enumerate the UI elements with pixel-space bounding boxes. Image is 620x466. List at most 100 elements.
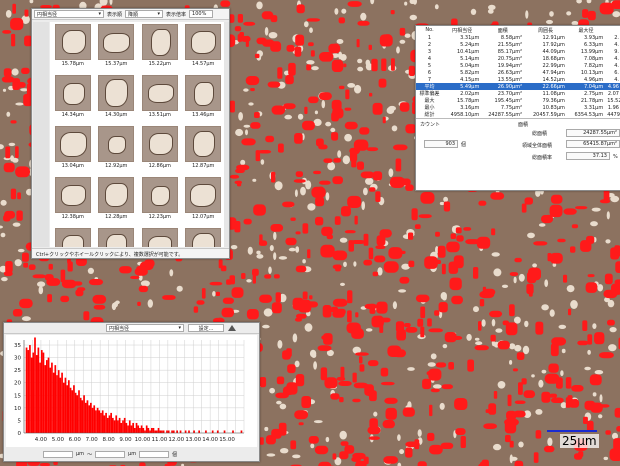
- column-header[interactable]: No.: [416, 26, 443, 34]
- grain-thumbnail[interactable]: 14.57μm: [183, 24, 225, 75]
- grain-highlight: [334, 216, 341, 225]
- grain-thumbnail[interactable]: 14.34μm: [52, 75, 94, 126]
- summary-row[interactable]: 最小 3.16μm 7.75μm² 10.83μm 3.31μm 1.96: [416, 104, 620, 112]
- table-row[interactable]: 7 4.15μm 13.55μm² 14.52μm 4.96μm 4.: [416, 76, 620, 83]
- grain-highlight: [587, 274, 595, 278]
- grain-thumbnail[interactable]: [52, 228, 94, 247]
- zoom-select[interactable]: 100%: [189, 10, 214, 18]
- grain-highlight: [585, 282, 598, 293]
- grain-thumbnail[interactable]: 13.46μm: [183, 75, 225, 126]
- range-count-input[interactable]: [139, 450, 170, 458]
- pore-dot: [87, 267, 94, 274]
- column-header[interactable]: 面積: [481, 26, 524, 34]
- table-cell: 47.94μm: [542, 69, 565, 76]
- grain-thumbnail[interactable]: 15.78μm: [52, 24, 94, 75]
- grain-thumbnail[interactable]: 14.30μm: [96, 75, 138, 126]
- region-area-label: 領域全体面積: [522, 143, 553, 149]
- grain-thumbnail-label: 15.37μm: [105, 61, 128, 67]
- grain-thumbnail[interactable]: 12.28μm: [96, 177, 138, 228]
- grain-thumbnail[interactable]: 15.37μm: [96, 24, 138, 75]
- grain-highlight: [399, 27, 406, 36]
- table-row[interactable]: 3 10.41μm 85.17μm² 44.09μm 13.99μm 9.: [416, 48, 620, 55]
- grain-highlight: [344, 121, 358, 130]
- summary-cell: 平均: [416, 83, 444, 90]
- range-min-input[interactable]: [43, 450, 73, 458]
- order-select[interactable]: 降順 ▾: [125, 10, 164, 18]
- grain-thumbnail[interactable]: 12.92μm: [96, 126, 138, 177]
- grain-highlight: [473, 267, 479, 279]
- histogram-field-select[interactable]: 円相当径 ▾: [106, 324, 184, 332]
- summary-row[interactable]: 標準偏差 2.02μm 23.70μm² 11.08μm 2.75μm 2.07: [416, 90, 620, 98]
- histogram-bar: [93, 405, 96, 433]
- grain-highlight: [332, 298, 348, 307]
- pore-dot: [284, 114, 293, 120]
- grain-thumbnail[interactable]: 12.23μm: [139, 177, 181, 228]
- column-header[interactable]: 周囲長: [524, 26, 567, 34]
- grain-thumbnail[interactable]: 12.87μm: [183, 126, 225, 177]
- grain-thumbnail[interactable]: 13.51μm: [139, 75, 181, 126]
- table-row[interactable]: 2 5.24μm 21.55μm² 17.92μm 6.33μm 4.: [416, 41, 620, 48]
- collapse-triangle-icon[interactable]: [228, 325, 236, 331]
- grain-highlight: [514, 257, 522, 263]
- grain-thumbnail-label: 12.28μm: [105, 214, 128, 220]
- grain-highlight: [259, 437, 264, 445]
- grain-thumbnail[interactable]: [183, 228, 225, 247]
- grain-highlight: [275, 392, 289, 399]
- histogram-settings-button[interactable]: 設定...: [188, 324, 224, 332]
- grain-thumbnail[interactable]: 13.04μm: [52, 126, 94, 177]
- thumbnail-scrollbar[interactable]: [224, 22, 229, 247]
- histogram-bar: [79, 397, 82, 433]
- grain-highlight: [604, 273, 613, 285]
- grain-highlight: [290, 217, 296, 221]
- summary-row[interactable]: 平均 5.49μm 26.90μm² 22.66μm 7.04μm 4.96: [416, 83, 620, 90]
- grain-thumbnail[interactable]: 12.86μm: [139, 126, 181, 177]
- grain-highlight: [320, 367, 328, 381]
- grain-highlight: [5, 146, 11, 159]
- area-ratio-unit: %: [613, 154, 618, 160]
- range-max-input[interactable]: [95, 450, 126, 458]
- grain-thumbnail[interactable]: 15.22μm: [139, 24, 181, 75]
- grain-highlight: [75, 289, 84, 297]
- order-label: 表示順: [107, 11, 123, 18]
- pore-dot: [549, 309, 555, 317]
- histogram-bar: [145, 425, 148, 433]
- column-header[interactable]: [605, 26, 620, 34]
- table-row[interactable]: 5 5.04μm 19.94μm² 22.99μm 7.82μm 4.: [416, 62, 620, 69]
- total-area-value: 24287.55μm²: [566, 129, 620, 137]
- grain-shape: [62, 83, 85, 105]
- grain-highlight: [428, 328, 443, 333]
- grain-highlight: [384, 34, 391, 42]
- sort-field-select[interactable]: 円相当径 ▾: [34, 10, 104, 18]
- pore-dot: [8, 142, 16, 147]
- grain-thumbnail[interactable]: 12.07μm: [183, 177, 225, 228]
- table-row[interactable]: 1 3.31μm 8.58μm² 12.91μm 3.93μm 2.: [416, 34, 620, 41]
- grain-thumbnail[interactable]: [139, 228, 181, 247]
- histogram-bar: [147, 427, 150, 433]
- grain-highlight: [490, 334, 496, 342]
- grain-highlight: [443, 201, 451, 212]
- grain-highlight: [368, 436, 380, 440]
- grain-highlight: [428, 368, 442, 381]
- table-row[interactable]: 6 5.82μm 26.63μm² 47.94μm 10.13μm 6.: [416, 69, 620, 76]
- histogram-bar: [57, 370, 60, 433]
- grain-thumbnail[interactable]: 12.38μm: [52, 177, 94, 228]
- summary-row[interactable]: 最大 15.78μm 195.45μm² 79.36μm 21.78μm 15.52: [416, 97, 620, 105]
- histogram-bar: [51, 362, 53, 433]
- summary-cell: 総計: [424, 112, 435, 118]
- histogram-bar: [95, 410, 97, 433]
- grain-thumbnail-label: 12.07μm: [192, 214, 215, 220]
- column-header[interactable]: 最大径: [567, 26, 605, 34]
- grain-thumbnail-label: 14.57μm: [192, 61, 215, 67]
- grain-highlight: [454, 398, 468, 410]
- range-tilde: 〜: [87, 451, 93, 458]
- summary-row[interactable]: 総計 4958.10μm 24287.55μm² 20457.59μm 6354.53μ…: [416, 111, 620, 119]
- table-row[interactable]: 4 5.14μm 20.75μm² 18.68μm 7.08μm 4.: [416, 55, 620, 62]
- summary-cell: 7.75μm²: [500, 104, 523, 111]
- grain-thumbnail[interactable]: [96, 228, 138, 247]
- grain-highlight: [196, 300, 205, 305]
- grain-highlight: [265, 135, 275, 143]
- column-header[interactable]: 円相当径: [443, 26, 481, 34]
- grain-highlight: [369, 303, 376, 314]
- table-cell: 1: [427, 34, 432, 41]
- grain-highlight: [347, 195, 362, 208]
